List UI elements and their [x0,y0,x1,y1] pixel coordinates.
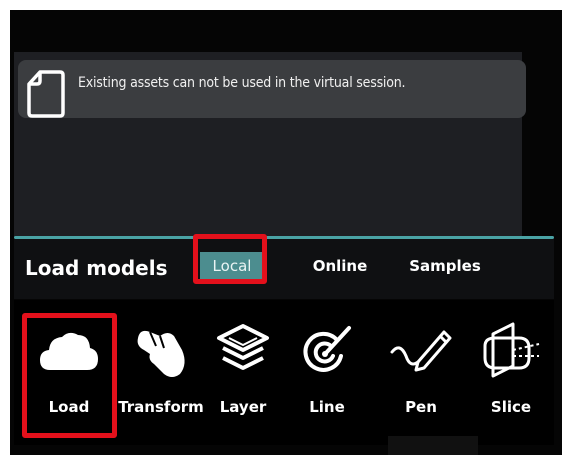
notice-text: Existing assets can not be used in the v… [78,75,406,91]
highlight-box-local [193,234,267,284]
tool-layer-button[interactable]: Layer [198,320,288,440]
tool-transform-button[interactable]: Transform [116,320,206,440]
highlight-box-load [22,313,117,438]
tool-slice-button[interactable]: Slice [466,320,556,440]
tool-pen-button[interactable]: Pen [376,320,466,440]
notice-banner: Existing assets can not be used in the v… [18,60,526,118]
tool-transform-label: Transform [118,398,204,416]
panel-title: Load models [25,256,168,280]
tab-online[interactable]: Online [305,252,375,280]
slice-icon [483,322,540,378]
hand-icon [137,330,185,377]
tool-pen-label: Pen [405,398,437,416]
tool-line-button[interactable]: Line [282,320,372,440]
tool-layer-label: Layer [219,398,267,416]
bottom-strip [388,436,478,455]
line-target-icon [303,326,351,372]
layers-icon [217,324,269,370]
document-icon [27,70,65,118]
tool-slice-label: Slice [490,398,532,416]
tool-line-label: Line [309,398,345,416]
tab-samples[interactable]: Samples [400,252,490,280]
pen-icon [390,330,452,372]
